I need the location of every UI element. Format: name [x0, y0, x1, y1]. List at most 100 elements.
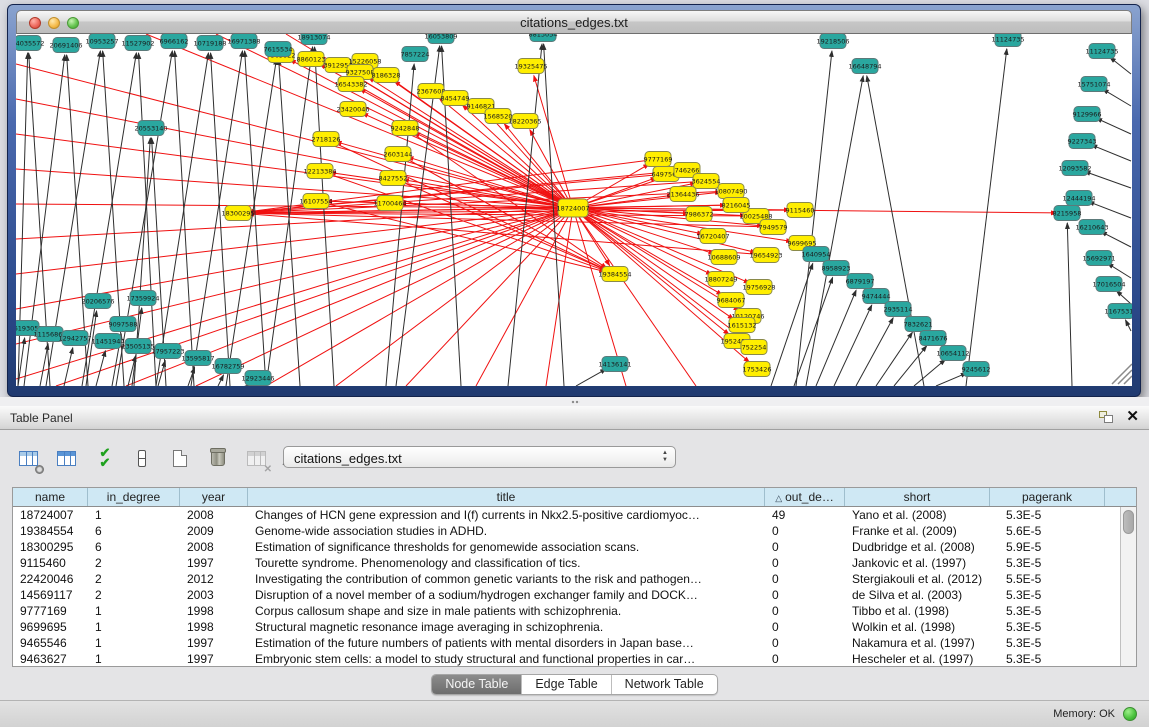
graph-node[interactable]: 18300295: [221, 206, 254, 221]
graph-node[interactable]: 9242848: [391, 121, 420, 136]
graph-node[interactable]: 8860123: [297, 52, 326, 67]
graph-node[interactable]: 13505135: [121, 339, 154, 354]
graph-node[interactable]: 7986372: [685, 207, 714, 222]
graph-node[interactable]: 752254: [741, 340, 767, 355]
graph-node[interactable]: 11527902: [121, 36, 154, 51]
graph-node[interactable]: 17957223: [151, 344, 184, 359]
graph-node[interactable]: 8958923: [822, 261, 851, 276]
float-panel-icon[interactable]: [1099, 411, 1114, 424]
column-header-in_degree[interactable]: in_degree: [88, 488, 180, 506]
graph-node[interactable]: 1640954: [802, 247, 831, 262]
window-titlebar[interactable]: citations_edges.txt: [16, 10, 1132, 34]
table-row[interactable]: 911546021997Tourette syndrome. Phenomeno…: [13, 555, 1136, 571]
graph-node[interactable]: 14136141: [598, 357, 631, 372]
graph-node[interactable]: 17016504: [1092, 277, 1125, 292]
graph-node[interactable]: 2935114: [884, 302, 913, 317]
graph-node[interactable]: 12213384: [303, 164, 336, 179]
graph-node[interactable]: 19654923: [749, 248, 782, 263]
graph-node[interactable]: 6879197: [846, 274, 875, 289]
canvas-resize-grip-icon[interactable]: [1112, 364, 1132, 384]
graph-node[interactable]: 8471676: [919, 331, 948, 346]
graph-node[interactable]: 12444194: [1062, 191, 1095, 206]
tab-node-table[interactable]: Node Table: [432, 675, 521, 694]
graph-node[interactable]: 8813054: [529, 34, 558, 42]
new-table-icon[interactable]: [168, 446, 192, 470]
table-row[interactable]: 2242004622012Investigating the contribut…: [13, 571, 1136, 587]
graph-node[interactable]: 13595817: [181, 351, 214, 366]
table-row[interactable]: 977716911998Corpus callosum shape and si…: [13, 603, 1136, 619]
graph-node[interactable]: 16648794: [848, 59, 881, 74]
table-row[interactable]: 969969511998Structural magnetic resonanc…: [13, 619, 1136, 635]
graph-node[interactable]: 11124735: [991, 34, 1024, 47]
graph-node[interactable]: 8454749: [441, 91, 470, 106]
graph-node[interactable]: 9115460: [786, 203, 815, 218]
table-settings-icon[interactable]: [16, 446, 40, 470]
graph-node[interactable]: 24035572: [16, 36, 45, 51]
graph-node[interactable]: 9474444: [862, 289, 891, 304]
graph-node[interactable]: 16543382: [334, 77, 367, 92]
graph-node[interactable]: 11124735: [1085, 44, 1118, 59]
scrollbar-thumb[interactable]: [1123, 510, 1134, 534]
column-header-out_de[interactable]: △out_de…: [765, 488, 845, 506]
citation-network-graph[interactable]: 1872400718300295193845547563822886012339…: [16, 34, 1132, 386]
delete-table-icon[interactable]: [206, 446, 230, 470]
graph-node[interactable]: 2603144: [384, 147, 413, 162]
graph-node[interactable]: 7615534: [264, 42, 293, 57]
graph-node[interactable]: 11700464: [373, 196, 406, 211]
graph-node[interactable]: 17359924: [126, 291, 159, 306]
table-selector-dropdown[interactable]: citations_edges.txt ▲▼: [283, 446, 676, 468]
graph-node[interactable]: 19384554: [598, 267, 631, 282]
table-row[interactable]: 1938455462009Genome-wide association stu…: [13, 523, 1136, 539]
graph-node[interactable]: 20206576: [81, 294, 114, 309]
graph-node[interactable]: 3624554: [692, 174, 721, 189]
graph-node[interactable]: 9777169: [644, 152, 673, 167]
graph-node[interactable]: 16782759: [211, 359, 244, 374]
graph-node[interactable]: 18807249: [704, 272, 737, 287]
graph-node[interactable]: 12923446: [241, 371, 274, 386]
graph-node[interactable]: 12093582: [1058, 161, 1091, 176]
tab-edge-table[interactable]: Edge Table: [521, 675, 610, 694]
table-row[interactable]: 946362711997Embryonic stem cells: a mode…: [13, 651, 1136, 667]
table-row[interactable]: 946554611997Estimation of the future num…: [13, 635, 1136, 651]
graph-node[interactable]: 18724007: [556, 199, 589, 217]
panel-divider[interactable]: [0, 397, 1149, 406]
graph-node[interactable]: 21364436: [666, 187, 699, 202]
graph-node[interactable]: 7949579: [759, 220, 788, 235]
graph-node[interactable]: 9245612: [962, 362, 991, 377]
column-header-short[interactable]: short: [845, 488, 990, 506]
graph-node[interactable]: 16053809: [424, 34, 457, 44]
graph-node[interactable]: 18220365: [508, 114, 541, 129]
graph-node[interactable]: 19218506: [816, 34, 849, 49]
graph-node[interactable]: 9129966: [1073, 107, 1102, 122]
table-row[interactable]: 1872400712008Changes of HCN gene express…: [13, 507, 1136, 523]
graph-node[interactable]: 10719188: [193, 36, 226, 51]
column-header-title[interactable]: title: [248, 488, 765, 506]
graph-node[interactable]: 10807490: [714, 184, 747, 199]
graph-node[interactable]: 6966162: [160, 34, 189, 49]
graph-node[interactable]: 8216045: [722, 198, 751, 213]
vertical-scrollbar[interactable]: [1120, 507, 1136, 666]
row-stack-icon[interactable]: [130, 446, 154, 470]
graph-node[interactable]: 8186328: [372, 68, 401, 83]
graph-node[interactable]: 8215958: [1053, 206, 1082, 221]
graph-node[interactable]: 20691406: [49, 38, 82, 53]
graph-node[interactable]: 9097588: [109, 317, 138, 332]
graph-node[interactable]: 15692971: [1082, 251, 1115, 266]
column-header-name[interactable]: name: [13, 488, 88, 506]
table-row[interactable]: 1456911722003Disruption of a novel membe…: [13, 587, 1136, 603]
graph-node[interactable]: 9684067: [717, 293, 746, 308]
graph-node[interactable]: 1753426: [743, 362, 772, 377]
column-header-year[interactable]: year: [180, 488, 248, 506]
graph-node[interactable]: 16720407: [696, 229, 729, 244]
graph-node[interactable]: 12942757: [58, 331, 91, 346]
graph-node[interactable]: 10654112: [936, 346, 969, 361]
column-header-pagerank[interactable]: pagerank: [990, 488, 1105, 506]
close-panel-icon[interactable]: ✕: [1126, 410, 1139, 424]
network-canvas[interactable]: 1872400718300295193845547563822886012339…: [16, 34, 1132, 386]
graph-node[interactable]: 19756928: [742, 280, 775, 295]
graph-node[interactable]: 23420046: [336, 102, 369, 117]
graph-node[interactable]: 19325475: [514, 59, 547, 74]
graph-node[interactable]: 16971388: [227, 34, 260, 49]
divider-grip-icon[interactable]: [571, 400, 580, 404]
select-rows-icon[interactable]: ✔✔: [92, 446, 116, 470]
